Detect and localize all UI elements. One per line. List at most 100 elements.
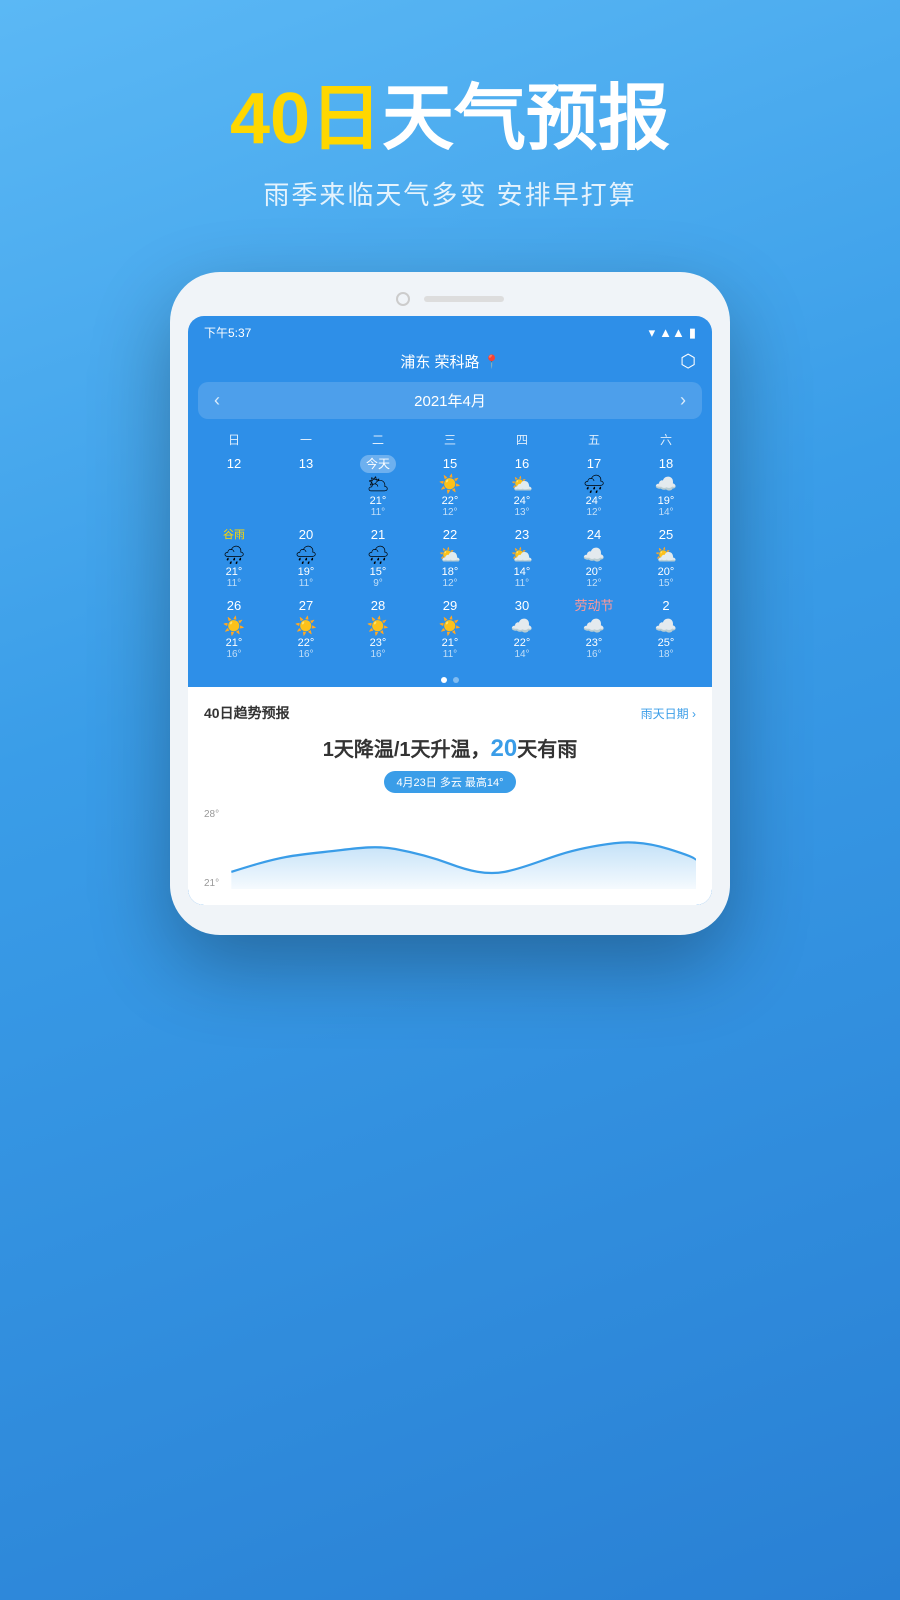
hero-subtitle: 雨季来临天气多变 安排早打算: [0, 175, 900, 212]
weather-icon: ☀️: [367, 617, 389, 635]
cal-cell-16[interactable]: 16 ⛅ 24° 13°: [486, 452, 558, 521]
chart-labels: 28° 21°: [204, 809, 219, 889]
phone-speaker: [424, 296, 504, 302]
cal-date-today: 今天: [360, 455, 396, 473]
date-badge: 4月23日 多云 最高14°: [384, 771, 515, 793]
wifi-icon: ▾: [649, 325, 656, 341]
day-headers: 日 一 二 三 四 五 六: [198, 427, 702, 452]
dot-1: [441, 677, 447, 683]
temp-low: 16°: [298, 649, 313, 660]
cal-date: 29: [443, 597, 457, 615]
weather-icon: ☁️: [583, 546, 605, 564]
cal-cell-17[interactable]: 17 🌧 24° 12°: [558, 452, 630, 521]
cal-cell-today[interactable]: 今天 🌥 21° 11°: [342, 452, 414, 521]
location-bar: 浦东 荣科路 📍 ⬡: [188, 345, 712, 378]
location-text: 浦东 荣科路: [400, 351, 479, 372]
temp-low: 16°: [586, 649, 601, 660]
phone-camera: [396, 292, 410, 306]
cal-cell-21[interactable]: 21 🌧 15° 9°: [342, 523, 414, 592]
cal-date: 27: [299, 597, 313, 615]
cal-date: 30: [515, 597, 529, 615]
cal-cell-30[interactable]: 30 ☁️ 22° 14°: [486, 594, 558, 663]
temp-high: 21°: [226, 566, 243, 578]
cal-cell-guyu[interactable]: 谷雨 🌧 21° 11°: [198, 523, 270, 592]
signal-icon: ▲▲: [659, 325, 685, 340]
day-header-wed: 三: [414, 431, 486, 448]
temp-low: 14°: [658, 507, 673, 518]
status-icons: ▾ ▲▲ ▮: [649, 325, 696, 341]
temp-low: 13°: [514, 507, 529, 518]
temp-low: 14°: [514, 649, 529, 660]
cal-cell-23[interactable]: 23 ⛅ 14° 11°: [486, 523, 558, 592]
cal-date: 18: [659, 455, 673, 473]
trend-summary: 1天降温/1天升温，20天有雨: [204, 733, 696, 763]
cal-cell-12: 12: [198, 452, 270, 521]
status-time: 下午5:37: [204, 324, 251, 341]
app-screen: 下午5:37 ▾ ▲▲ ▮ 浦东 荣科路 📍 ⬡ ‹ 2021年4月 ›: [188, 316, 712, 905]
temp-high: 21°: [370, 495, 387, 507]
cal-date: 15: [443, 455, 457, 473]
cal-cell-13: 13: [270, 452, 342, 521]
day-header-tue: 二: [342, 431, 414, 448]
temp-high: 21°: [226, 637, 243, 649]
weather-icon: ☁️: [655, 617, 677, 635]
chart-svg: [204, 809, 696, 889]
weather-icon: ☁️: [583, 617, 605, 635]
temp-low: 9°: [373, 578, 383, 589]
temp-high: 20°: [586, 566, 603, 578]
temp-low: 12°: [442, 578, 457, 589]
day-header-sun: 日: [198, 431, 270, 448]
phone-wrapper: 下午5:37 ▾ ▲▲ ▮ 浦东 荣科路 📍 ⬡ ‹ 2021年4月 ›: [0, 272, 900, 935]
temp-high: 19°: [298, 566, 315, 578]
rainy-days-link[interactable]: 雨天日期 ›: [641, 705, 696, 722]
trend-title: 40日趋势预报: [204, 703, 290, 723]
cal-cell-18[interactable]: 18 ☁️ 19° 14°: [630, 452, 702, 521]
weather-icon: ☁️: [655, 475, 677, 493]
cal-date: 20: [299, 526, 313, 544]
cal-cell-labor[interactable]: 劳动节 ☁️ 23° 16°: [558, 594, 630, 663]
hero-section: 40日天气预报 雨季来临天气多变 安排早打算: [0, 0, 900, 252]
share-icon[interactable]: ⬡: [680, 351, 696, 372]
rainy-count: 20: [491, 735, 518, 762]
temp-high: 23°: [370, 637, 387, 649]
temp-high: 22°: [442, 495, 459, 507]
temp-high: 22°: [298, 637, 315, 649]
phone-mockup: 下午5:37 ▾ ▲▲ ▮ 浦东 荣科路 📍 ⬡ ‹ 2021年4月 ›: [170, 272, 730, 935]
weather-icon: ⛅: [511, 546, 533, 564]
cal-cell-26[interactable]: 26 ☀️ 21° 16°: [198, 594, 270, 663]
calendar-grid: 日 一 二 三 四 五 六 12 13 今: [188, 423, 712, 669]
cal-cell-20[interactable]: 20 🌧 19° 11°: [270, 523, 342, 592]
temp-low: 12°: [586, 507, 601, 518]
temp-high: 18°: [442, 566, 459, 578]
weather-icon: 🌧: [295, 546, 318, 564]
cal-cell-2[interactable]: 2 ☁️ 25° 18°: [630, 594, 702, 663]
calendar-nav: ‹ 2021年4月 ›: [198, 382, 702, 419]
chart-area: 28° 21°: [204, 809, 696, 889]
cal-cell-28[interactable]: 28 ☀️ 23° 16°: [342, 594, 414, 663]
next-month-button[interactable]: ›: [680, 390, 686, 411]
hero-title-yellow: 40日: [230, 79, 382, 159]
cal-date: 17: [587, 455, 601, 473]
temp-high: 15°: [370, 566, 387, 578]
trend-header: 40日趋势预报 雨天日期 ›: [204, 703, 696, 723]
temp-high: 24°: [586, 495, 603, 507]
cal-cell-25[interactable]: 25 ⛅ 20° 15°: [630, 523, 702, 592]
cal-date: 2: [662, 597, 669, 615]
temp-low: 11°: [443, 649, 457, 660]
temp-high: 23°: [586, 637, 603, 649]
temp-high: 22°: [514, 637, 531, 649]
day-header-thu: 四: [486, 431, 558, 448]
cal-cell-22[interactable]: 22 ⛅ 18° 12°: [414, 523, 486, 592]
cal-cell-24[interactable]: 24 ☁️ 20° 12°: [558, 523, 630, 592]
weather-icon: ⛅: [511, 475, 533, 493]
temp-high: 14°: [514, 566, 531, 578]
weather-icon: ☀️: [439, 617, 461, 635]
cal-cell-27[interactable]: 27 ☀️ 22° 16°: [270, 594, 342, 663]
prev-month-button[interactable]: ‹: [214, 390, 220, 411]
weather-icon: ⛅: [655, 546, 677, 564]
weather-icon: 🌥: [367, 475, 390, 493]
cal-cell-29[interactable]: 29 ☀️ 21° 11°: [414, 594, 486, 663]
day-header-sat: 六: [630, 431, 702, 448]
temp-low: 11°: [371, 507, 385, 518]
cal-cell-15[interactable]: 15 ☀️ 22° 12°: [414, 452, 486, 521]
